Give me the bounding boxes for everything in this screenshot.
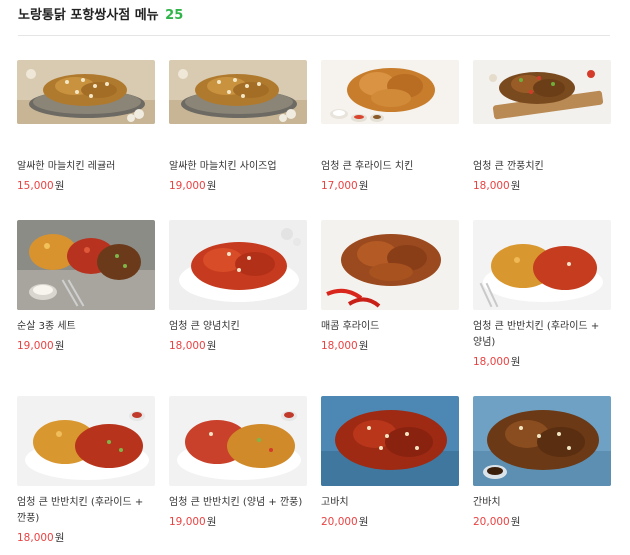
- menu-item-price: 18,000원: [169, 340, 217, 352]
- fried-chicken-photo[interactable]: [321, 60, 459, 124]
- menu-item-card[interactable]: 엄청 큰 반반치킨 (양념 + 깐풍) 19,000원: [169, 396, 307, 530]
- menu-item-name: 간바치: [473, 497, 501, 508]
- boneless-set-photo[interactable]: [17, 220, 155, 310]
- menu-item-price: 18,000원: [473, 180, 521, 192]
- menu-item-price: 19,000원: [169, 180, 217, 192]
- half-half-photo[interactable]: [473, 220, 611, 310]
- menu-item-price: 15,000원: [17, 180, 65, 192]
- menu-item-name: 엄청 큰 깐풍치킨: [473, 161, 544, 172]
- menu-item-price: 19,000원: [169, 516, 217, 528]
- menu-item-card[interactable]: 순살 3종 세트 19,000원: [17, 220, 155, 354]
- ganbachi-photo[interactable]: [473, 396, 611, 486]
- gobachi-photo[interactable]: [321, 396, 459, 486]
- menu-item-name: 엄청 큰 반반치킨 (양념 + 깐풍): [169, 497, 303, 508]
- menu-item-name: 엄청 큰 양념치킨: [169, 321, 240, 332]
- menu-item-card[interactable]: 엄청 큰 후라이드 치킨 17,000원: [321, 60, 459, 194]
- menu-item-card[interactable]: 엄청 큰 반반치킨 (후라이드 + 깐풍) 18,000원: [17, 396, 155, 546]
- menu-item-price: 20,000원: [473, 516, 521, 528]
- garlic-chicken-photo[interactable]: [169, 60, 307, 124]
- kkanpung-chicken-photo[interactable]: [473, 60, 611, 124]
- menu-item-card[interactable]: 엄청 큰 깐풍치킨 18,000원: [473, 60, 611, 194]
- store-menu-title: 노랑통닭 포항쌍사점 메뉴: [18, 8, 159, 23]
- spicy-fried-photo[interactable]: [321, 220, 459, 310]
- menu-item-name: 엄청 큰 반반치킨 (후라이드 + 깐풍): [17, 497, 144, 524]
- page-title: 노랑통닭 포항쌍사점 메뉴 25: [18, 6, 610, 25]
- menu-item-price: 17,000원: [321, 180, 369, 192]
- menu-item-card[interactable]: 엄청 큰 반반치킨 (후라이드 + 양념) 18,000원: [473, 220, 611, 370]
- menu-item-name: 알싸한 마늘치킨 사이즈업: [169, 161, 277, 172]
- menu-item-card[interactable]: 알싸한 마늘치킨 레귤러 15,000원: [17, 60, 155, 194]
- menu-header: 노랑통닭 포항쌍사점 메뉴 25: [18, 6, 610, 36]
- menu-item-name: 엄청 큰 후라이드 치킨: [321, 161, 414, 172]
- menu-item-card[interactable]: 알싸한 마늘치킨 사이즈업 19,000원: [169, 60, 307, 194]
- menu-count-badge: 25: [165, 8, 184, 23]
- menu-item-name: 알싸한 마늘치킨 레귤러: [17, 161, 116, 172]
- menu-item-card[interactable]: 고바치 20,000원: [321, 396, 459, 530]
- menu-item-name: 고바치: [321, 497, 349, 508]
- seasoned-chicken-photo[interactable]: [169, 220, 307, 310]
- menu-item-price: 18,000원: [321, 340, 369, 352]
- menu-item-price: 19,000원: [17, 340, 65, 352]
- menu-item-card[interactable]: 엄청 큰 양념치킨 18,000원: [169, 220, 307, 354]
- menu-item-name: 매콤 후라이드: [321, 321, 380, 332]
- half-half-photo[interactable]: [17, 396, 155, 486]
- menu-item-card[interactable]: 매콤 후라이드 18,000원: [321, 220, 459, 354]
- menu-item-card[interactable]: 간바치 20,000원: [473, 396, 611, 530]
- half-half-photo[interactable]: [169, 396, 307, 486]
- menu-item-price: 18,000원: [17, 532, 65, 544]
- menu-item-name: 엄청 큰 반반치킨 (후라이드 + 양념): [473, 321, 600, 348]
- menu-item-price: 20,000원: [321, 516, 369, 528]
- menu-item-name: 순살 3종 세트: [17, 321, 76, 332]
- menu-item-price: 18,000원: [473, 356, 521, 368]
- garlic-chicken-photo[interactable]: [17, 60, 155, 124]
